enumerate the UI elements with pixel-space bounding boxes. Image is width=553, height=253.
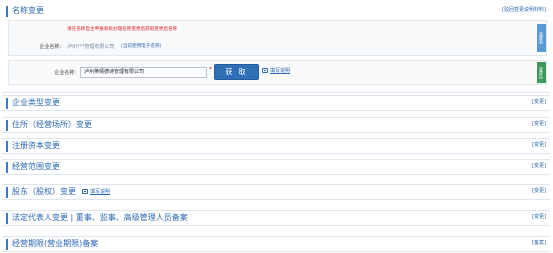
company-type-section: 企业类型变更 [变更] xyxy=(2,95,550,111)
filing-link[interactable]: [备案] xyxy=(532,239,546,248)
legal-representative-section: 法定代表人变更 | 董事、监事、高级管理人员备案 [变更] xyxy=(2,210,550,226)
section-title: 法定代表人变更 | 董事、监事、高级管理人员备案 xyxy=(12,213,188,222)
fetch-button[interactable]: 获 取 xyxy=(214,64,259,80)
before-change-tab: 变更前 xyxy=(537,24,546,52)
current-name-panel: 请在名称自主申报系统办理名称变更后获取变更后名称 企业名称: 泸州***管理有限… xyxy=(8,20,547,56)
address-section: 住所（经营场所）变更 [变更] xyxy=(2,117,550,133)
help-link-text[interactable]: 填写说明 xyxy=(270,67,290,74)
section-marker xyxy=(6,98,8,109)
business-term-section: 经营期限(营业期限)备案 [备案] xyxy=(2,236,550,252)
required-mark: * xyxy=(209,66,212,73)
current-company-name: 泸州***管理有限公司 xyxy=(67,44,115,50)
section-marker xyxy=(6,141,8,152)
change-link[interactable]: [变更] xyxy=(532,98,546,107)
section-marker xyxy=(6,6,8,17)
section-title: 股东（股权）变更 xyxy=(12,187,76,196)
help-link[interactable]: 填写说明 xyxy=(82,188,110,195)
company-name-label: 企业名称: xyxy=(39,44,61,50)
section-title: 住所（经营场所）变更 xyxy=(12,120,92,129)
help-link[interactable]: 填写说明 xyxy=(262,67,290,74)
shareholder-section: 股东（股权）变更 填写说明 [变更] xyxy=(2,184,550,200)
after-change-tab: 变更后 xyxy=(537,62,546,83)
new-name-panel: 企业名称: 泸州英晴德诗管理有限公司 * 获 取 填写说明 变更后 xyxy=(8,60,547,85)
help-link-text[interactable]: 填写说明 xyxy=(90,188,110,195)
section-title: 经营范围变更 xyxy=(12,162,60,171)
company-name-input[interactable]: 泸州英晴德诗管理有限公司 xyxy=(80,67,207,78)
change-link[interactable]: [变更] xyxy=(532,187,546,196)
section-title: 企业类型变更 xyxy=(12,98,60,107)
note-icon xyxy=(262,68,268,73)
section-title: 注册资本变更 xyxy=(12,141,60,150)
capital-section: 注册资本变更 [变更] xyxy=(2,138,550,154)
section-marker xyxy=(6,162,8,173)
current-name-note: (当前使用电子名称) xyxy=(121,44,162,49)
section-title: 经营期限(营业期限)备案 xyxy=(12,239,99,248)
change-link[interactable]: [变更] xyxy=(532,120,546,129)
change-link[interactable]: [变更] xyxy=(532,213,546,222)
section-marker xyxy=(6,187,8,198)
section-marker xyxy=(6,213,8,224)
name-change-section: 名称变更 [驳回变更说明材料] 请在名称自主申报系统办理名称变更后获取变更后名称… xyxy=(2,4,550,93)
section-marker xyxy=(6,239,8,250)
section-header: 名称变更 [驳回变更说明材料] xyxy=(2,4,550,18)
change-link[interactable]: [变更] xyxy=(532,162,546,171)
name-warning: 请在名称自主申报系统办理名称变更后获取变更后名称 xyxy=(67,27,178,32)
change-link[interactable]: [变更] xyxy=(532,141,546,150)
scope-section: 经营范围变更 [变更] xyxy=(2,159,550,175)
section-title: 名称变更 xyxy=(12,6,44,15)
reject-materials-link[interactable]: [驳回变更说明材料] xyxy=(502,6,546,15)
section-marker xyxy=(6,120,8,131)
note-icon xyxy=(82,189,88,194)
company-name-label: 企业名称: xyxy=(54,70,76,76)
